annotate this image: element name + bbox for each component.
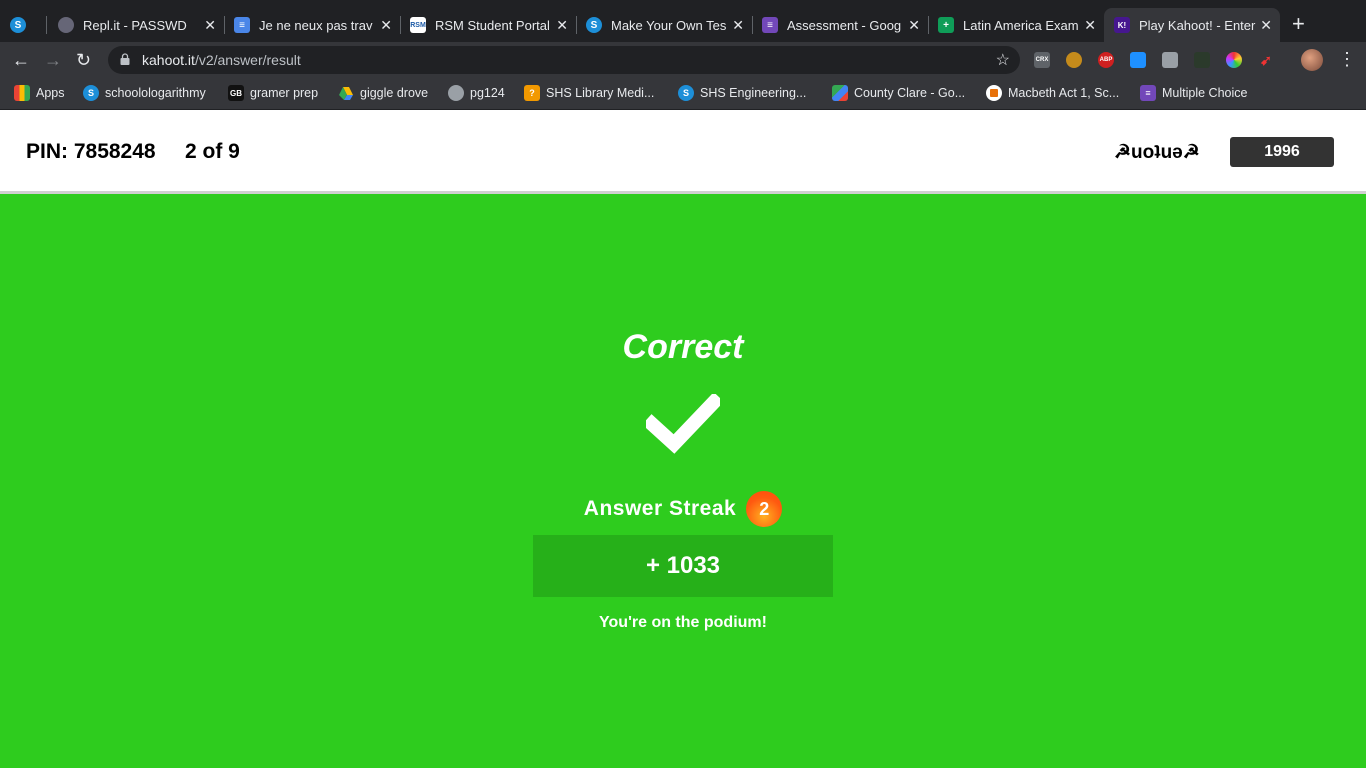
bookmark-schoolologarithmy[interactable]: S schoolologarithmy — [83, 85, 206, 101]
bookmark-gramer-prep[interactable]: GB gramer prep — [228, 85, 318, 101]
tab-schoology[interactable]: S — [0, 8, 46, 42]
close-icon[interactable]: ✕ — [908, 17, 920, 33]
bookmark-shs-library[interactable]: ? SHS Library Medi... — [524, 85, 654, 101]
schoology-icon: S — [586, 17, 602, 33]
bookmark-macbeth[interactable]: Macbeth Act 1, Sc... — [986, 85, 1119, 101]
new-tab-button[interactable]: + — [1292, 13, 1305, 35]
crx-extension-icon[interactable]: CRX — [1034, 52, 1050, 68]
apps-grid-icon — [14, 85, 30, 101]
tab-google-docs[interactable]: ≡ Je ne neux pas trav ✕ — [224, 8, 400, 42]
tab-title: Latin America Exam — [963, 17, 1079, 33]
extension-icon[interactable] — [1194, 52, 1210, 68]
bookmark-giggle-drove[interactable]: giggle drove — [338, 85, 428, 101]
globe-icon — [448, 85, 464, 101]
close-icon[interactable]: ✕ — [1084, 17, 1096, 33]
answer-streak: Answer Streak 2 — [0, 491, 1366, 527]
schoology-icon: S — [83, 85, 99, 101]
close-icon[interactable]: ✕ — [1260, 17, 1272, 33]
bookmark-label: schoolologarithmy — [105, 86, 206, 100]
tab-title: RSM Student Portal — [435, 17, 550, 33]
google-docs-icon: ≡ — [234, 17, 250, 33]
tab-title: Play Kahoot! - Enter — [1139, 17, 1256, 33]
briefcase-extension-icon[interactable] — [1162, 52, 1178, 68]
schoology-icon: S — [10, 17, 26, 33]
close-icon[interactable]: ✕ — [556, 17, 568, 33]
points-earned: + 1033 — [533, 535, 833, 597]
bookmark-label: gramer prep — [250, 86, 319, 100]
kahoot-icon: K! — [1114, 17, 1130, 33]
result-title: Correct — [622, 328, 744, 366]
lock-icon — [120, 53, 130, 65]
tab-separator — [46, 16, 47, 34]
browser-tab-strip: S Repl.it - PASSWD ✕ ≡ Je ne neux pas tr… — [0, 0, 1366, 42]
bookmark-label: giggle drove — [360, 86, 429, 100]
tab-title: Make Your Own Tes — [611, 17, 727, 33]
close-icon[interactable]: ✕ — [732, 17, 744, 33]
bookmark-label: County Clare - Go... — [854, 86, 966, 100]
google-sheets-icon: + — [938, 17, 954, 33]
game-header: PIN: 7858248 2 of 9 ☭uoʇuǝ☭ 1996 — [0, 110, 1366, 194]
browser-toolbar: ← → ↻ kahoot.it/v2/answer/result ☆ CRX A… — [0, 42, 1366, 78]
close-icon[interactable]: ✕ — [380, 17, 392, 33]
reload-icon[interactable]: ↻ — [76, 50, 91, 70]
streak-flame-badge: 2 — [746, 491, 783, 527]
url-path: /v2/answer/result — [194, 52, 301, 68]
forward-icon[interactable]: → — [44, 50, 62, 70]
tab-google-sheets[interactable]: + Latin America Exam ✕ — [928, 8, 1104, 42]
back-icon[interactable]: ← — [12, 50, 30, 70]
bookmark-county-clare[interactable]: County Clare - Go... — [832, 85, 965, 101]
owl-extension-icon[interactable] — [1066, 52, 1082, 68]
bookmark-label: pg124 — [470, 86, 505, 100]
player-score: 1996 — [1230, 137, 1334, 167]
bookmark-multiple-choice[interactable]: ≡ Multiple Choice — [1140, 85, 1247, 101]
tab-title: Repl.it - PASSWD — [83, 17, 187, 33]
schoology-icon: S — [678, 85, 694, 101]
google-maps-icon — [832, 85, 848, 101]
tab-kahoot[interactable]: K! Play Kahoot! - Enter ✕ — [1104, 8, 1280, 42]
bookmark-label: Apps — [36, 86, 65, 100]
adblock-extension-icon[interactable]: ABP — [1098, 52, 1114, 68]
gb-icon: GB — [228, 85, 244, 101]
game-pin: PIN: 7858248 — [26, 140, 156, 163]
rsm-icon: RSM — [410, 17, 426, 33]
tab-rsm[interactable]: RSM RSM Student Portal ✕ — [400, 8, 576, 42]
profile-avatar[interactable] — [1301, 49, 1323, 71]
bookmark-pg124[interactable]: pg124 — [448, 85, 505, 101]
bookmark-label: Multiple Choice — [1162, 86, 1248, 100]
tab-google-forms[interactable]: ≡ Assessment - Goog ✕ — [752, 8, 928, 42]
menu-icon[interactable]: ⋮ — [1338, 49, 1356, 69]
podium-message: You're on the podium! — [599, 614, 767, 631]
replit-icon — [58, 17, 74, 33]
address-bar[interactable]: kahoot.it/v2/answer/result ☆ — [108, 46, 1020, 74]
google-forms-icon: ≡ — [1140, 85, 1156, 101]
google-drive-icon — [339, 87, 353, 100]
extension-icon[interactable] — [1130, 52, 1146, 68]
question-progress: 2 of 9 — [185, 140, 240, 163]
close-icon[interactable]: ✕ — [204, 17, 216, 33]
bookmark-apps[interactable]: Apps — [14, 85, 65, 101]
chart-icon — [986, 85, 1002, 101]
color-picker-extension-icon[interactable] — [1226, 52, 1242, 68]
bookmark-label: SHS Library Medi... — [546, 86, 655, 100]
player-nickname: ☭uoʇuǝ☭ — [1114, 142, 1200, 163]
tab-title: Je ne neux pas trav — [259, 17, 373, 33]
tab-schoology-test[interactable]: S Make Your Own Tes ✕ — [576, 8, 752, 42]
streak-label: Answer Streak — [583, 497, 737, 520]
bookmarks-bar: Apps S schoolologarithmy GB gramer prep … — [0, 78, 1366, 110]
tab-replit[interactable]: Repl.it - PASSWD ✕ — [48, 8, 224, 42]
bookmark-label: SHS Engineering... — [700, 86, 807, 100]
tab-title: Assessment - Goog — [787, 17, 902, 33]
url-text: kahoot.it/v2/answer/result — [142, 52, 301, 68]
bookmark-label: Macbeth Act 1, Sc... — [1008, 86, 1120, 100]
checkmark-icon — [646, 394, 720, 454]
extension-icon[interactable]: ➹ — [1258, 52, 1274, 68]
google-forms-icon: ≡ — [762, 17, 778, 33]
url-host: kahoot.it — [142, 52, 195, 68]
bookmark-star-icon[interactable]: ☆ — [996, 50, 1010, 70]
library-icon: ? — [524, 85, 540, 101]
bookmark-shs-engineering[interactable]: S SHS Engineering... — [678, 85, 806, 101]
